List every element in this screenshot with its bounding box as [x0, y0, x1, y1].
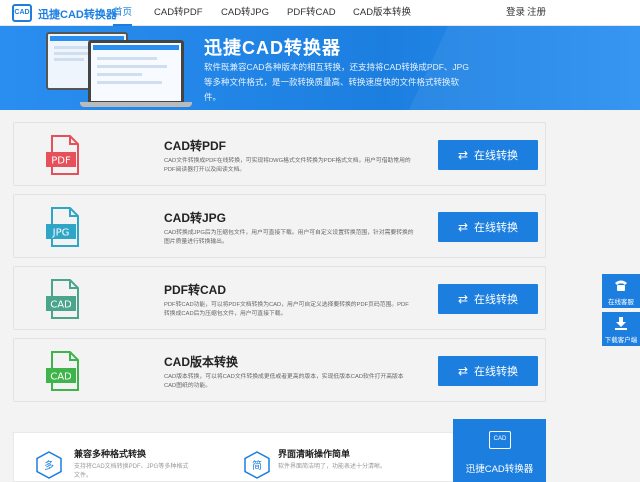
app-screenshot-front [88, 40, 184, 104]
badge-label: 多 [44, 459, 54, 472]
laptop-base [80, 102, 192, 107]
hexagon-badge-icon: 简 [244, 451, 270, 479]
card-pdf-to-cad: CAD PDF转CAD PDF转CAD功能，可以将PDF文档转换为CAD，用户可… [13, 266, 546, 330]
logo-icon[interactable]: CAD [12, 4, 32, 22]
jpg-file-icon: JPG [46, 207, 79, 247]
card-description: CAD版本转换，可以将CAD文件转换成更低或者更高的版本，实现低版本CAD软件打… [164, 374, 404, 389]
card-cad-to-jpg: JPG CAD转JPG CAD转换成JPG后为压缩包文件，用户可直接下载。用户可… [13, 194, 546, 258]
phone-icon [615, 280, 627, 291]
button-label: 在线转换 [474, 294, 519, 306]
button-label: 在线转换 [474, 366, 519, 378]
cad-file-icon: CAD [46, 351, 79, 391]
nav-item-cad-to-jpg[interactable]: CAD转JPG [221, 0, 269, 26]
card-description: CAD文件转换成PDF在线转换，可实现将DWG格式文件转换为PDF格式文档，用户… [164, 158, 411, 173]
nav-item-pdf-to-cad[interactable]: PDF转CAD [287, 0, 336, 26]
card-cad-version: CAD CAD版本转换 CAD版本转换，可以将CAD文件转换成更低或者更高的版本… [13, 338, 546, 402]
download-icon [615, 317, 627, 330]
feature-title: 界面清晰操作简单 [278, 449, 351, 459]
card-title: CAD转JPG [164, 211, 227, 225]
swap-arrows-icon: ⇄ [457, 148, 469, 162]
feature-title: 兼容多种格式转换 [74, 449, 147, 459]
online-convert-button[interactable]: ⇄ 在线转换 [438, 212, 538, 242]
nav-item-cad-version[interactable]: CAD版本转换 [353, 0, 411, 26]
login-link[interactable]: 登录 [506, 0, 525, 26]
swap-arrows-icon: ⇄ [457, 292, 469, 306]
pdf-file-icon: PDF [46, 135, 79, 175]
card-title: CAD转PDF [164, 139, 226, 153]
card-cad-to-pdf: PDF CAD转PDF CAD文件转换成PDF在线转换，可实现将DWG格式文件转… [13, 122, 546, 186]
cad-icon-label: CAD [50, 372, 72, 383]
card-description: PDF转CAD功能，可以将PDF文档转换为CAD，用户可自定义选择要转换的PDF… [164, 302, 409, 317]
nav-item-cad-to-pdf[interactable]: CAD转PDF [154, 0, 203, 26]
feature-description: 支持将CAD文档转换PDF、JPG等多种格式文件。 [74, 464, 189, 479]
top-nav: CAD 迅捷CAD转换器 首页 CAD转PDF CAD转JPG PDF转CAD … [0, 0, 640, 26]
card-description: CAD转换成JPG后为压缩包文件，用户可直接下载。用户可自定义设置转换范围，针对… [164, 230, 414, 245]
button-label: 在线转换 [474, 150, 519, 162]
badge-label: 简 [252, 459, 262, 472]
hero-description: 软件既兼容CAD各种版本的相互转换，还支持将CAD转换成PDF、JPG等多种文件… [204, 62, 469, 102]
side-label: 下载客户端 [604, 337, 638, 344]
hero-banner: 迅捷CAD转换器 软件既兼容CAD各种版本的相互转换，还支持将CAD转换成PDF… [0, 26, 640, 110]
side-download-client[interactable]: 下载客户端 [602, 312, 640, 346]
cad-file-icon: CAD [46, 279, 79, 319]
promo-label: 迅捷CAD转换器 [465, 464, 534, 475]
jpg-icon-label: JPG [52, 228, 70, 239]
hexagon-badge-icon: 多 [36, 451, 62, 479]
cad-app-icon: CAD [489, 431, 511, 449]
pdf-icon-label: PDF [51, 156, 71, 167]
feature-description: 软件界面简洁明了，功能表述十分清晰。 [278, 464, 387, 470]
online-convert-button[interactable]: ⇄ 在线转换 [438, 284, 538, 314]
logo-text[interactable]: 迅捷CAD转换器 [38, 6, 117, 22]
online-convert-button[interactable]: ⇄ 在线转换 [438, 356, 538, 386]
card-title: PDF转CAD [164, 283, 226, 297]
promo-download-box[interactable]: CAD 迅捷CAD转换器 [453, 419, 546, 482]
hero-title: 迅捷CAD转换器 [204, 38, 341, 58]
swap-arrows-icon: ⇄ [457, 220, 469, 234]
side-online-service[interactable]: 在线客服 [602, 274, 640, 308]
card-title: CAD版本转换 [164, 355, 238, 369]
nav-item-home[interactable]: 首页 [113, 0, 133, 26]
cad-icon-label: CAD [50, 300, 72, 311]
swap-arrows-icon: ⇄ [457, 364, 469, 378]
online-convert-button[interactable]: ⇄ 在线转换 [438, 140, 538, 170]
register-link[interactable]: 注册 [527, 0, 546, 26]
side-label: 在线客服 [608, 299, 634, 306]
button-label: 在线转换 [474, 222, 519, 234]
